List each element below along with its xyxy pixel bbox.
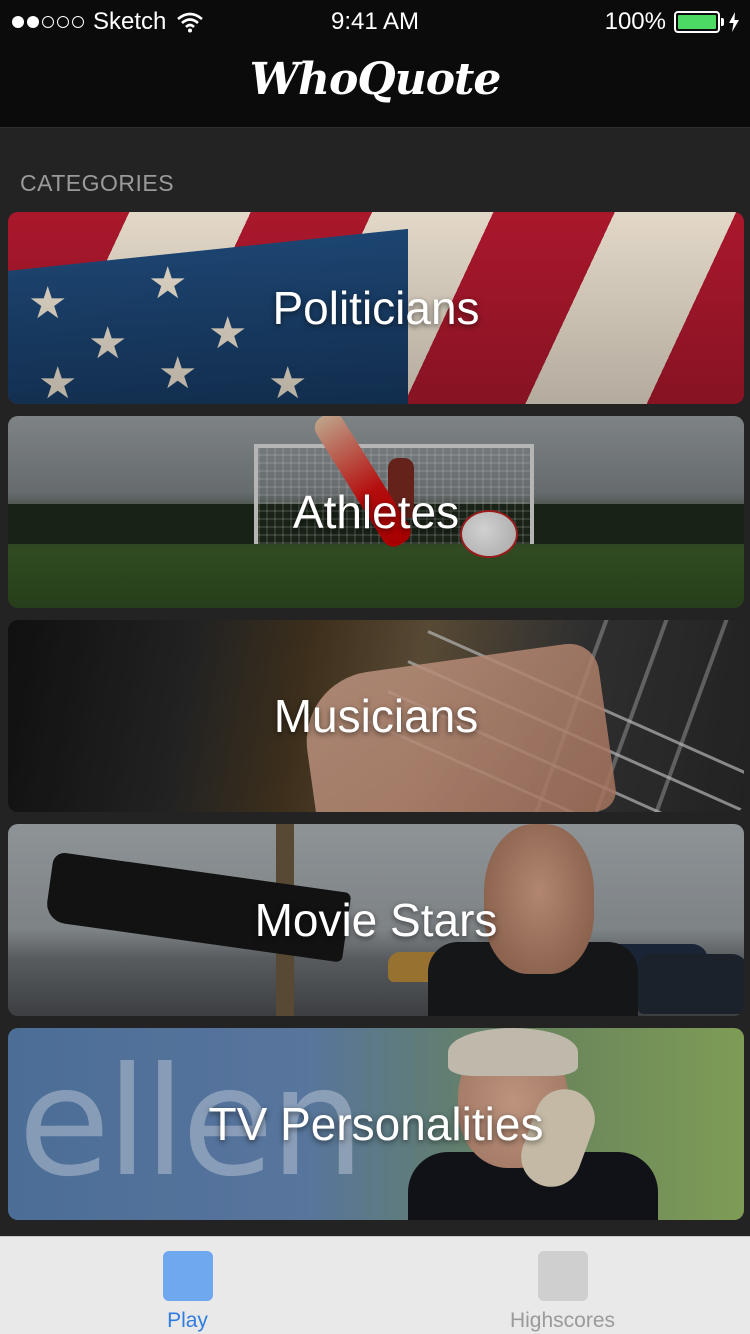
tab-play[interactable]: Play xyxy=(0,1237,375,1334)
tab-label: Highscores xyxy=(509,1309,616,1332)
highscores-tab-icon xyxy=(537,1251,588,1301)
navigation-bar: WhoQuote xyxy=(0,44,750,128)
tab-label: Play xyxy=(167,1309,208,1332)
battery-percent: 100% xyxy=(604,8,666,35)
app-title-logo: WhoQuote xyxy=(249,54,502,105)
status-bar: Sketch 9:41 AM 100% xyxy=(0,0,750,44)
category-label: Musicians xyxy=(273,690,479,742)
category-card-tv-personalities[interactable]: ellen TV Personalities xyxy=(8,1028,744,1220)
battery-status: 100% xyxy=(605,8,740,36)
battery-icon xyxy=(674,11,724,33)
category-card-politicians[interactable]: ★ ★ ★ ★ ★ ★ ★ Politicians xyxy=(8,212,744,404)
category-label: Athletes xyxy=(292,486,460,538)
category-card-movie-stars[interactable]: Movie Stars xyxy=(8,824,744,1016)
categories-header: CATEGORIES xyxy=(20,170,175,196)
category-card-musicians[interactable]: Musicians xyxy=(8,620,744,812)
charging-bolt-icon xyxy=(729,12,739,32)
category-card-athletes[interactable]: Athletes xyxy=(8,416,744,608)
category-label: TV Personalities xyxy=(208,1098,544,1150)
category-label: Movie Stars xyxy=(254,894,498,946)
play-tab-icon xyxy=(162,1251,213,1301)
category-label: Politicians xyxy=(272,282,480,334)
tab-highscores[interactable]: Highscores xyxy=(375,1237,750,1334)
tab-bar: Play Highscores xyxy=(0,1236,750,1334)
